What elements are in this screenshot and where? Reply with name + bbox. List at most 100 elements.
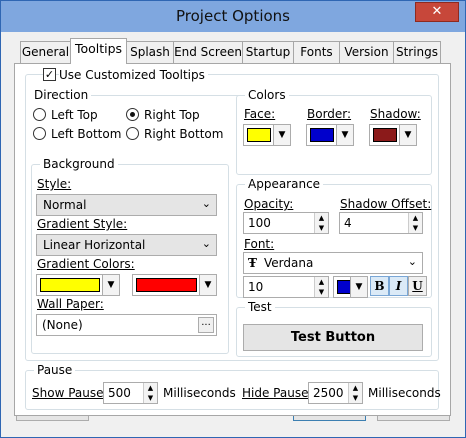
opacity-value: 100	[248, 216, 271, 230]
gradient-style-combo[interactable]: Linear Horizontal ⌄	[36, 234, 217, 256]
direction-legend: Direction	[31, 88, 92, 102]
wall-paper-value: (None)	[42, 318, 83, 332]
chevron-down-icon: ▼	[273, 125, 290, 145]
spin-down-icon[interactable]: ▼	[144, 393, 157, 403]
chevron-down-icon: ▼	[399, 125, 416, 145]
spin-down-icon[interactable]: ▼	[315, 223, 328, 233]
close-icon: ✕	[431, 4, 443, 19]
gradient-color-1-picker[interactable]: ▼	[36, 274, 120, 296]
appearance-legend: Appearance	[245, 177, 324, 191]
font-value: Verdana	[264, 256, 314, 270]
shadow-color-picker[interactable]: ▼	[369, 124, 417, 146]
gradient-color-1-swatch	[40, 278, 100, 292]
gradient-colors-label: Gradient Colors:	[37, 257, 135, 271]
underline-button[interactable]: U	[408, 276, 427, 296]
radio-left-bottom[interactable]	[33, 127, 46, 140]
style-value: Normal	[43, 198, 87, 212]
spin-up-icon[interactable]: ▲	[409, 213, 422, 223]
use-customized-tooltips-label: Use Customized Tooltips	[59, 68, 208, 82]
face-color-swatch	[247, 128, 271, 142]
spin-down-icon[interactable]: ▼	[409, 223, 422, 233]
chevron-down-icon: ▼	[199, 275, 216, 295]
chevron-down-icon: ⌄	[201, 197, 211, 210]
spin-down-icon[interactable]: ▼	[349, 393, 362, 403]
font-size-spinner[interactable]: 10 ▲ ▼	[243, 276, 329, 298]
gradient-color-2-swatch	[136, 278, 197, 292]
chevron-down-icon: ▼	[336, 125, 353, 145]
radio-right-top-label: Right Top	[144, 108, 200, 122]
hide-pause-label: Hide Pause:	[242, 386, 313, 400]
border-color-swatch	[310, 128, 334, 142]
shadow-offset-spinner[interactable]: 4 ▲ ▼	[339, 212, 423, 234]
chevron-down-icon: ▼	[102, 275, 119, 295]
tab-startup[interactable]: Startup	[242, 41, 294, 63]
shadow-offset-spin-buttons[interactable]: ▲ ▼	[408, 213, 422, 233]
background-legend: Background	[40, 157, 118, 171]
show-pause-label: Show Pause:	[32, 386, 108, 400]
gradient-color-2-picker[interactable]: ▼	[132, 274, 217, 296]
chevron-down-icon: ▼	[350, 277, 367, 297]
hide-pause-spin-buttons[interactable]: ▲ ▼	[348, 383, 362, 403]
hide-pause-value: 2500	[313, 386, 344, 400]
tab-end-screen[interactable]: End Screen	[173, 41, 243, 63]
spin-up-icon[interactable]: ▲	[349, 383, 362, 393]
show-pause-spin-buttons[interactable]: ▲ ▼	[143, 383, 157, 403]
truetype-font-icon: Ŧ	[248, 256, 257, 270]
face-color-picker[interactable]: ▼	[243, 124, 291, 146]
shadow-offset-value: 4	[344, 216, 352, 230]
spin-up-icon[interactable]: ▲	[315, 277, 328, 287]
dialog-client-area: General Tooltips Splash End Screen Start…	[8, 32, 459, 432]
gradient-style-label: Gradient Style:	[37, 217, 128, 231]
opacity-label: Opacity:	[244, 197, 294, 211]
border-label: Border:	[307, 107, 352, 121]
window-title: Project Options	[176, 7, 290, 25]
wall-paper-field[interactable]: (None) ...	[36, 314, 217, 336]
tab-tooltips[interactable]: Tooltips	[70, 38, 127, 64]
spin-up-icon[interactable]: ▲	[315, 213, 328, 223]
font-label: Font:	[244, 237, 275, 251]
tab-splash[interactable]: Splash	[126, 41, 174, 63]
bold-button[interactable]: B	[370, 276, 389, 296]
hide-pause-units: Milliseconds	[368, 386, 441, 400]
opacity-spin-buttons[interactable]: ▲ ▼	[314, 213, 328, 233]
radio-right-bottom[interactable]	[126, 127, 139, 140]
font-size-value: 10	[248, 280, 264, 294]
tab-fonts[interactable]: Fonts	[293, 41, 340, 63]
spin-down-icon[interactable]: ▼	[315, 287, 328, 297]
shadow-offset-label: Shadow Offset:	[340, 197, 432, 211]
radio-left-bottom-label: Left Bottom	[51, 127, 122, 141]
style-label: Style:	[37, 177, 72, 191]
browse-button[interactable]: ...	[198, 317, 214, 333]
style-combo[interactable]: Normal ⌄	[36, 194, 217, 216]
tab-general[interactable]: General	[20, 41, 71, 63]
font-color-picker[interactable]: ▼	[333, 276, 368, 298]
radio-right-top[interactable]	[126, 108, 139, 121]
face-label: Face:	[244, 107, 276, 121]
title-bar[interactable]: Project Options ✕	[1, 1, 465, 32]
colors-legend: Colors	[245, 88, 289, 102]
test-button[interactable]: Test Button	[243, 324, 423, 351]
radio-right-bottom-label: Right Bottom	[144, 127, 224, 141]
italic-button[interactable]: I	[389, 276, 408, 296]
tooltips-tab-panel: ✓ Use Customized Tooltips Direction Left…	[14, 63, 451, 416]
close-button[interactable]: ✕	[415, 2, 459, 22]
shadow-color-swatch	[373, 128, 397, 142]
radio-left-top-label: Left Top	[51, 108, 98, 122]
font-size-spin-buttons[interactable]: ▲ ▼	[314, 277, 328, 297]
tab-version[interactable]: Version	[339, 41, 394, 63]
radio-left-top[interactable]	[33, 108, 46, 121]
spin-up-icon[interactable]: ▲	[144, 383, 157, 393]
tab-strings[interactable]: Strings	[393, 41, 441, 63]
show-pause-value: 500	[108, 386, 131, 400]
font-combo[interactable]: Ŧ Verdana ⌄	[243, 252, 423, 274]
chevron-down-icon: ⌄	[407, 255, 417, 268]
use-customized-tooltips-checkbox[interactable]: ✓	[43, 68, 56, 81]
wall-paper-label: Wall Paper:	[37, 297, 104, 311]
font-color-swatch	[337, 280, 351, 294]
opacity-spinner[interactable]: 100 ▲ ▼	[243, 212, 329, 234]
show-pause-spinner[interactable]: 500 ▲ ▼	[103, 382, 158, 404]
border-color-picker[interactable]: ▼	[306, 124, 354, 146]
hide-pause-spinner[interactable]: 2500 ▲ ▼	[308, 382, 363, 404]
shadow-label: Shadow:	[370, 107, 421, 121]
project-options-dialog: Project Options ✕ General Tooltips Splas…	[0, 0, 466, 438]
